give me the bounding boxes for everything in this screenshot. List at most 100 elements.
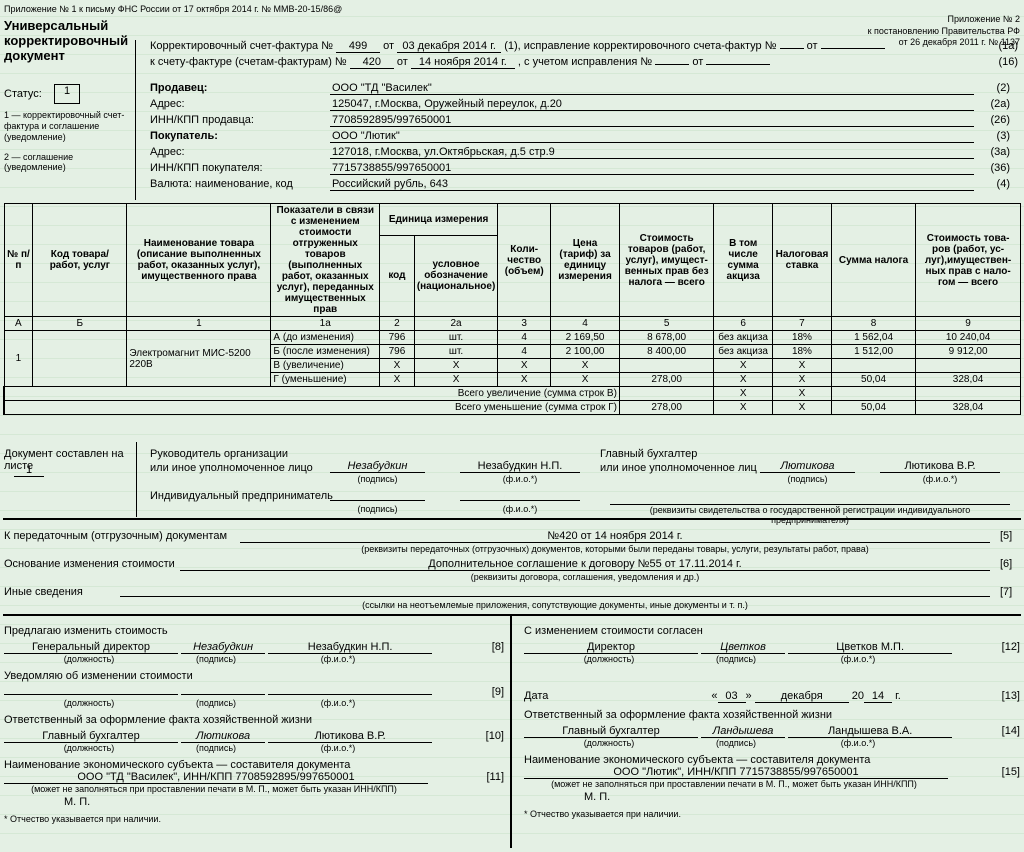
corr-dfix [821, 48, 885, 49]
corr-d2: 14 ноября 2014 г. [411, 56, 515, 69]
left-b2: [9] [492, 686, 504, 698]
corr-ot4: от [692, 56, 703, 68]
curr-b: (4) [997, 178, 1010, 190]
right-f: Цветков М.П. [788, 641, 952, 654]
buyer-inn: 7715738855/997650001 [330, 162, 974, 175]
main-table: № п/п Код товара/ работ, услуг Наименова… [3, 203, 1021, 415]
sec1v: №420 от 14 ноября 2014 г. [240, 530, 990, 543]
corr-ot3: от [807, 40, 818, 52]
left-econv: ООО "ТД "Василек", ИНН/КПП 7708592895/99… [4, 771, 428, 784]
right-resp: Ответственный за оформление факта хозяйс… [524, 709, 1020, 721]
left-gb: Главный бухгалтер [4, 730, 178, 743]
glbuh: Главный бухгалтер [600, 448, 697, 460]
corr-fix: (1), исправление корректировочного счета… [504, 40, 776, 52]
curr-value: Российский рубль, 643 [330, 178, 974, 191]
corr-n2: 420 [350, 56, 394, 69]
col4: Единица измерения [380, 204, 498, 236]
seller-name: ООО "ТД "Василек" [330, 82, 974, 95]
title2: корректировочный [4, 33, 128, 48]
sig1h: (подпись) [330, 474, 425, 484]
hline [3, 518, 1021, 520]
left-econ: Наименование экономического субъекта — с… [4, 759, 504, 771]
ili2: или иное уполномоченное лиц [600, 462, 757, 474]
col0: № п/п [4, 204, 33, 317]
curr-label: Валюта: наименование, код [150, 178, 330, 190]
left-b1: [8] [492, 641, 504, 653]
sec2l: Основание изменения стоимости [4, 558, 175, 570]
left-dir: Генеральный директор [4, 641, 178, 654]
sec1l: К передаточным (отгрузочным) документам [4, 530, 227, 542]
seller-inn: 7708592895/997650001 [330, 114, 974, 127]
col2: Наименование товара (описание выполненны… [127, 204, 271, 317]
buyer-b3: (36) [990, 162, 1010, 174]
left-star: * Отчество указывается при наличии. [4, 814, 504, 824]
sec3b: [7] [1000, 586, 1012, 598]
sec1b: [5] [1000, 530, 1012, 542]
buyer-b2: (3а) [990, 146, 1010, 158]
seller-addr: 125047, г.Москва, Оружейный переулок, д.… [330, 98, 974, 111]
seller-label: Продавец: [150, 82, 330, 94]
ipfio [460, 500, 580, 501]
seller-b3: (26) [990, 114, 1010, 126]
right-s2: Ландышева [701, 725, 785, 738]
col3: Показатели в связи с изменением стоимост… [271, 204, 380, 317]
corr-nisp [655, 64, 689, 65]
left-notify: Уведомляю об изменении стоимости [4, 670, 504, 682]
sec2h: (реквизиты договора, соглашения, уведомл… [180, 572, 990, 582]
ipsigh: (подпись) [330, 504, 425, 514]
vline3 [510, 616, 512, 848]
sig1: Незабудкин [330, 460, 425, 473]
left-resp: Ответственный за оформление факта хозяйс… [4, 714, 504, 726]
ili1: или иное уполномоченное лицо [150, 462, 313, 474]
right-mp: М. П. [584, 791, 1020, 803]
right-star: * Отчество указывается при наличии. [524, 809, 1020, 819]
corr-l1: Корректировочный счет-фактура № [150, 40, 333, 52]
rukorg: Руководитель организации [150, 448, 288, 460]
title3: документ [4, 48, 65, 63]
corr-b2: (16) [998, 56, 1018, 68]
right-dir: Директор [524, 641, 698, 654]
corr-ispr: , с учетом исправления № [518, 56, 652, 68]
right-b1: [12] [1002, 641, 1020, 653]
right-f2: Ландышева В.А. [788, 725, 952, 738]
right-agree: С изменением стоимости согласен [524, 625, 1020, 637]
buyer-innlabel: ИНН/КПП покупателя: [150, 162, 330, 174]
corr-ot1: от [383, 40, 394, 52]
sec3l: Иные сведения [4, 586, 83, 598]
seller-addrlabel: Адрес: [150, 98, 330, 110]
ipsig [330, 500, 425, 501]
vline [135, 40, 136, 200]
left-mp: М. П. [64, 796, 504, 808]
right-b2: [13] [1002, 690, 1020, 702]
fio2h: (ф.и.о.*) [880, 474, 1000, 484]
col6: Цена (тариф) за единицу измерения [551, 204, 620, 317]
col9: Налоговая ставка [772, 204, 831, 317]
sec2v: Дополнительное соглашение к договору №55… [180, 558, 990, 571]
right-date-row: Дата «03» декабря 2014 г. [13] [524, 690, 1020, 703]
corr-b1: (1а) [998, 40, 1018, 52]
col8: В том числе сумма акциза [714, 204, 773, 317]
col4b: условное обозначение (национальное) [414, 235, 497, 316]
sig2h: (подпись) [760, 474, 855, 484]
hline2 [3, 614, 1021, 616]
col11: Стоимость това- ров (работ, ус- луг),иму… [916, 204, 1021, 317]
col5: Коли- чество (объем) [498, 204, 551, 317]
seller-b2: (2а) [990, 98, 1010, 110]
sec2b: [6] [1000, 558, 1012, 570]
seller-b1: (2) [997, 82, 1010, 94]
corr-nfix [780, 48, 804, 49]
left-f: Незабудкин Н.П. [268, 641, 432, 654]
status-label: Статус: [4, 88, 42, 100]
title1: Универсальный [4, 18, 108, 33]
right-gb: Главный бухгалтер [524, 725, 698, 738]
sec1h: (реквизиты передаточных (отгрузочных) до… [240, 544, 990, 554]
sig2: Лютикова [760, 460, 855, 473]
col4a: код [380, 235, 415, 316]
right-b3: [14] [1002, 725, 1020, 737]
ipfioh: (ф.и.о.*) [460, 504, 580, 514]
fio1: Незабудкин Н.П. [460, 460, 580, 473]
corr-disp [706, 64, 770, 65]
corr-d1: 03 декабря 2014 г. [397, 40, 501, 53]
status-legend1: 1 — корректировочный счет-фактура и согл… [4, 110, 134, 143]
fio1h: (ф.и.о.*) [460, 474, 580, 484]
